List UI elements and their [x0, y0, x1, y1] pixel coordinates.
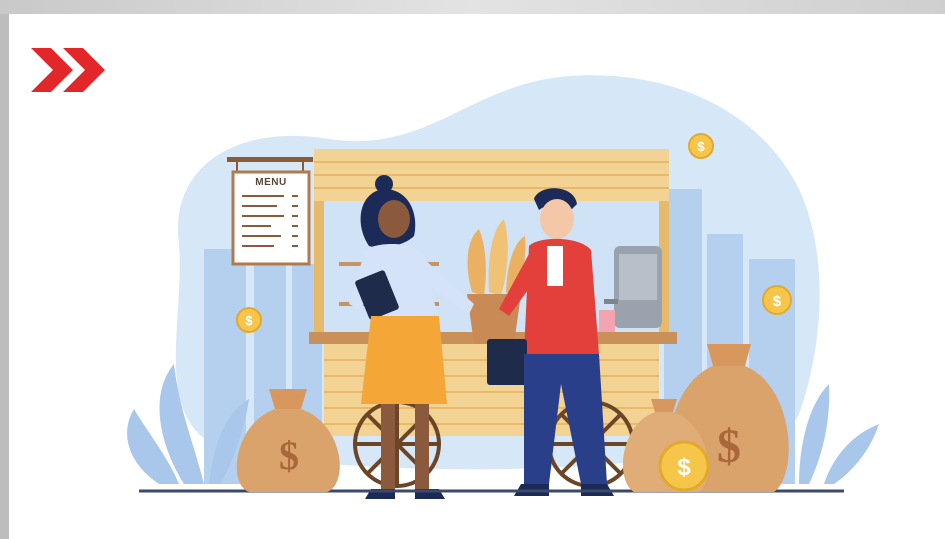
coin-dollar-label: $ — [245, 313, 253, 328]
coin-dollar-label: $ — [773, 293, 782, 310]
coin-dollar-label: $ — [697, 139, 705, 154]
stall-post-left — [314, 201, 324, 341]
dollar-coin-icon: $ — [236, 307, 262, 333]
image-card: MENU $ $ $ $ $ $ — [9, 14, 945, 539]
dollar-coin-icon: $ — [658, 440, 710, 492]
dollar-coin-icon: $ — [688, 133, 714, 159]
coin-dollar-label: $ — [677, 454, 691, 481]
menu-title: MENU — [255, 177, 286, 188]
street-vendor-illustration: MENU $ $ $ $ $ $ — [127, 75, 879, 499]
bag-dollar-label: $ — [717, 420, 741, 473]
stall-roof — [314, 149, 669, 201]
dollar-coin-icon: $ — [762, 285, 792, 315]
bag-dollar-label: $ — [279, 433, 299, 478]
top-border — [0, 0, 945, 14]
menu-board: MENU — [227, 157, 313, 266]
left-border — [0, 14, 9, 539]
plant-right — [799, 384, 879, 484]
